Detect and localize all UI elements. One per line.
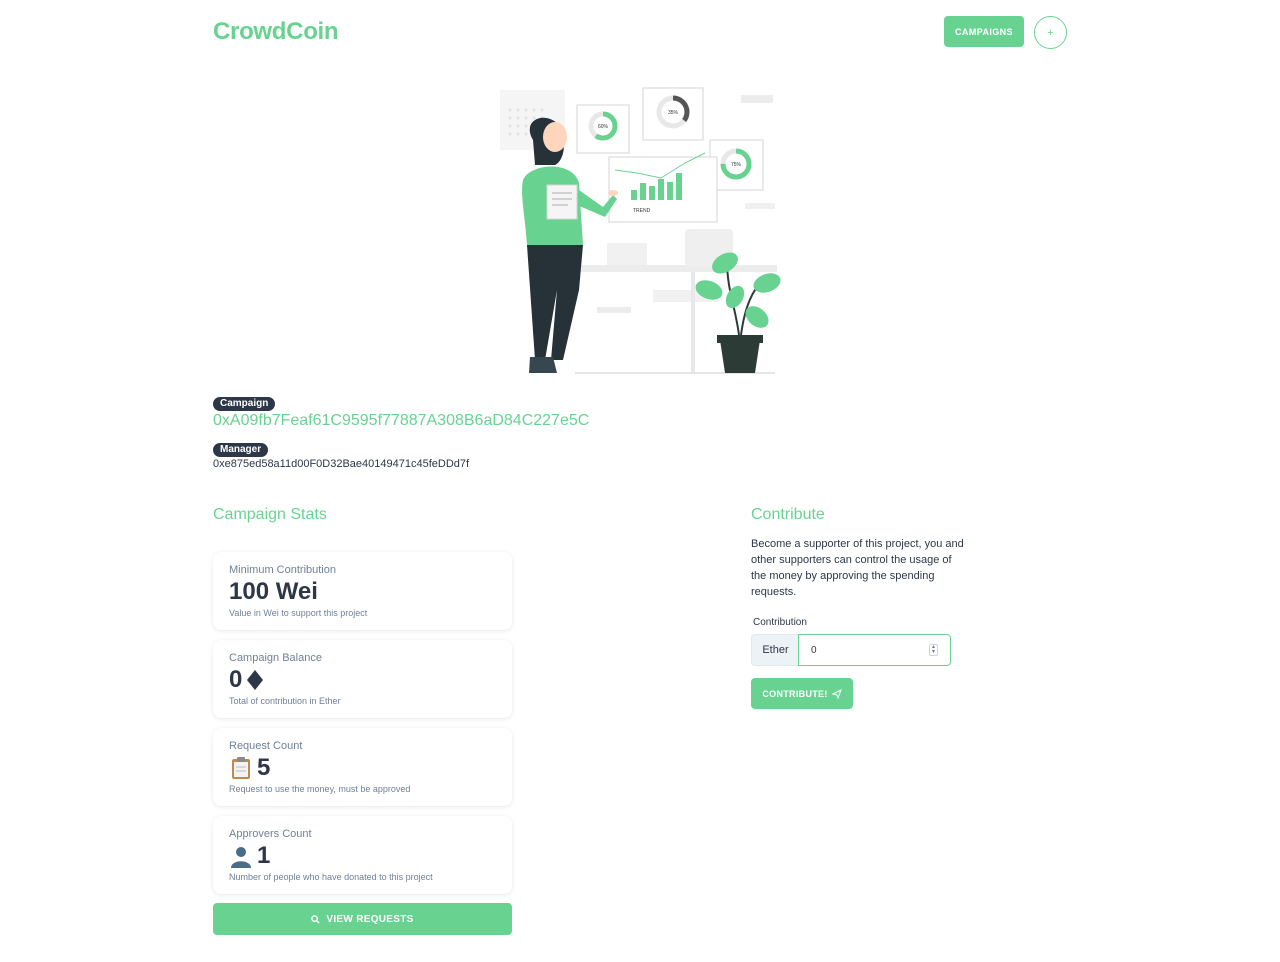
stat-help-text: Request to use the money, must be approv… <box>229 784 411 794</box>
view-requests-button[interactable]: VIEW REQUESTS <box>213 903 512 935</box>
stat-card-approvers-count: Approvers Count 1 Number of people who h… <box>213 816 512 894</box>
stepper-down-icon[interactable]: ▾ <box>932 649 935 655</box>
contribute-title: Contribute <box>751 506 825 523</box>
contribute-description: Become a supporter of this project, you … <box>751 538 964 598</box>
stat-help-text: Number of people who have donated to thi… <box>229 872 433 882</box>
view-requests-label: VIEW REQUESTS <box>326 913 414 925</box>
stat-value: 5 <box>229 754 270 782</box>
manager-address[interactable]: 0xe875ed58a11d00F0D32Bae40149471c45feDDd… <box>213 458 469 470</box>
donut-label-1: 60% <box>598 124 609 130</box>
stat-number: 100 Wei <box>229 578 318 605</box>
stat-help-text: Total of contribution in Ether <box>229 696 341 706</box>
contribute-button[interactable]: CONTRIBUTE! <box>751 678 853 709</box>
stat-card-balance: Campaign Balance 0 Total of contribution… <box>213 640 512 718</box>
search-icon <box>311 914 320 924</box>
stat-card-request-count: Request Count 5 Request to use the money… <box>213 728 512 806</box>
campaign-stats-title: Campaign Stats <box>213 506 327 523</box>
stat-label: Request Count <box>229 740 303 752</box>
hero-illustration: 60% 35% 75% TREND <box>500 87 781 374</box>
clipboard-icon <box>232 757 250 779</box>
stat-card-min-contribution: Minimum Contribution 100 Wei Value in We… <box>213 552 512 630</box>
contribution-input-value: 0 <box>811 644 817 656</box>
add-campaign-button[interactable]: + <box>1034 16 1067 49</box>
send-icon <box>831 688 842 699</box>
stat-label: Approvers Count <box>229 828 312 840</box>
stat-help-text: Value in Wei to support this project <box>229 608 368 618</box>
person-icon <box>231 847 251 868</box>
contribution-input[interactable]: 0 ▴ ▾ <box>798 634 951 666</box>
donut-label-2: 35% <box>668 110 679 116</box>
campaigns-button[interactable]: CAMPAIGNS <box>944 16 1024 47</box>
contribute-button-label: CONTRIBUTE! <box>762 688 828 699</box>
stat-label: Minimum Contribution <box>229 564 336 576</box>
stat-value: 0 <box>229 666 264 694</box>
stat-value: 100 Wei <box>229 578 318 606</box>
trend-label: TREND <box>633 208 651 214</box>
number-stepper[interactable]: ▴ ▾ <box>929 644 938 656</box>
donut-label-3: 75% <box>731 162 742 168</box>
app-logo[interactable]: CrowdCoin <box>213 18 339 46</box>
ether-diamond-icon <box>247 670 264 690</box>
stat-number: 1 <box>257 842 271 869</box>
contribution-field-label: Contribution <box>753 617 807 628</box>
stat-number: 0 <box>229 666 243 693</box>
ether-addon: Ether <box>751 634 799 666</box>
campaign-badge: Campaign <box>213 397 276 411</box>
stat-label: Campaign Balance <box>229 652 322 664</box>
stat-value: 1 <box>229 842 270 870</box>
campaign-address[interactable]: 0xA09fb7Feaf61C9595f77887A308B6aD84C227e… <box>213 412 589 430</box>
stat-number: 5 <box>257 754 271 781</box>
plus-icon: + <box>1047 26 1054 39</box>
manager-badge: Manager <box>213 443 269 457</box>
